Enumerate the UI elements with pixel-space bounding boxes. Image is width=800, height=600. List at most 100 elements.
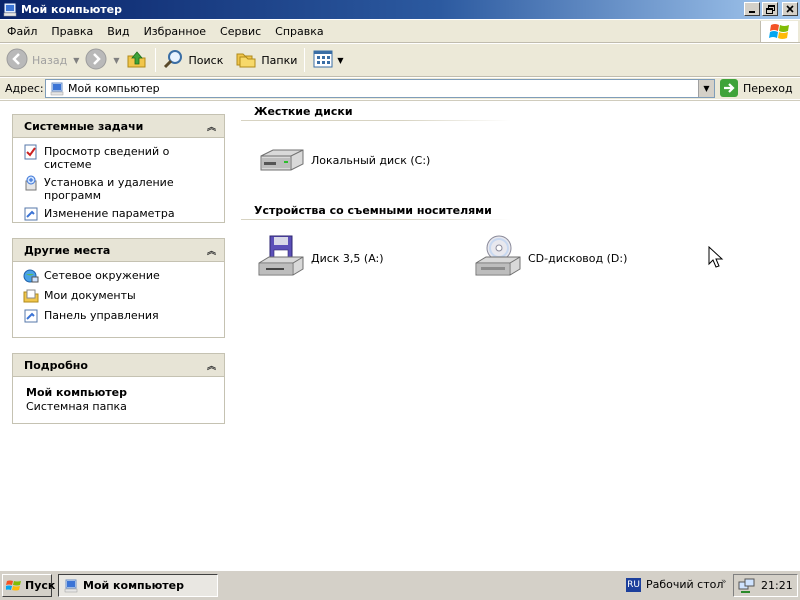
taskbar: Пуск Мой компьютер RU Рабочий стол » 21:…	[0, 570, 800, 600]
network-tray-icon[interactable]	[738, 578, 756, 597]
system-tray: 21:21	[733, 574, 798, 597]
task-change-setting[interactable]: Изменение параметра	[23, 206, 216, 222]
task-view-system-info[interactable]: Просмотр сведений о системе	[23, 144, 216, 171]
menu-bar: Файл Правка Вид Избранное Сервис Справка	[0, 20, 800, 43]
go-label: Переход	[743, 81, 793, 95]
address-field[interactable]: Мой компьютер ▼	[45, 79, 715, 98]
other-places-panel: Другие места ︽ Сетевое окружение Мои док…	[12, 238, 225, 338]
place-label: Панель управления	[44, 309, 159, 322]
task-pane: Системные задачи ︽ Просмотр сведений о с…	[0, 101, 238, 570]
menu-favorites[interactable]: Избранное	[137, 20, 213, 42]
window-title: Мой компьютер	[21, 3, 123, 16]
go-button[interactable]: Переход	[720, 78, 793, 98]
views-button[interactable]: ▼	[309, 46, 349, 74]
address-dropdown-button[interactable]: ▼	[698, 80, 714, 97]
group-divider	[241, 120, 511, 121]
back-dropdown-icon[interactable]: ▼	[73, 56, 79, 65]
group-header-hard-disks: Жесткие диски	[254, 105, 353, 118]
toolbar-separator	[304, 48, 306, 72]
address-value: Мой компьютер	[68, 82, 160, 95]
system-tasks-panel: Системные задачи ︽ Просмотр сведений о с…	[12, 114, 225, 223]
group-header-removable: Устройства со съемными носителями	[254, 204, 492, 217]
detail-type: Системная папка	[26, 400, 127, 413]
toolbar: Назад ▼ ▼ Поиск Папки ▼	[0, 44, 800, 77]
drive-label: Локальный диск (C:)	[311, 153, 431, 167]
folders-button[interactable]: Папки	[232, 46, 300, 74]
back-arrow-icon	[6, 48, 28, 73]
expand-chevron-icon[interactable]: »	[721, 577, 727, 587]
menu-file[interactable]: Файл	[0, 20, 44, 42]
group-divider	[241, 219, 511, 220]
menu-view[interactable]: Вид	[100, 20, 136, 42]
folders-label: Папки	[261, 53, 298, 67]
place-network[interactable]: Сетевое окружение	[23, 268, 216, 284]
network-places-icon	[23, 268, 39, 284]
place-label: Мои документы	[44, 289, 136, 302]
back-button[interactable]: Назад	[3, 46, 70, 74]
hard-disk-icon	[257, 144, 305, 176]
forward-arrow-icon	[85, 48, 107, 73]
cd-drive-icon	[474, 235, 522, 281]
other-places-header[interactable]: Другие места ︽	[13, 239, 224, 262]
maximize-button[interactable]	[762, 2, 778, 16]
place-my-documents[interactable]: Мои документы	[23, 288, 216, 304]
forward-dropdown-icon[interactable]: ▼	[113, 56, 119, 65]
forward-button[interactable]	[82, 46, 110, 74]
title-bar[interactable]: Мой компьютер	[0, 0, 800, 19]
language-indicator[interactable]: RU	[626, 578, 641, 592]
taskbar-window-button[interactable]: Мой компьютер	[58, 574, 218, 597]
control-panel-icon	[23, 308, 39, 324]
details-panel: Подробно ︽ Мой компьютер Системная папка	[12, 353, 225, 424]
address-bar: Адрес: Мой компьютер ▼ Переход	[0, 78, 800, 99]
task-label: Изменение параметра	[44, 207, 175, 220]
details-title: Подробно	[24, 358, 88, 372]
add-remove-programs-icon	[23, 175, 39, 191]
drive-local-c[interactable]: Локальный диск (C:)	[257, 144, 430, 176]
views-icon	[312, 48, 334, 73]
address-label: Адрес:	[5, 82, 44, 95]
control-panel-icon	[23, 206, 39, 222]
desktop-toolbar-label[interactable]: Рабочий стол	[646, 578, 723, 591]
menu-tools[interactable]: Сервис	[213, 20, 268, 42]
up-button[interactable]	[123, 46, 151, 74]
toolbar-separator	[154, 48, 156, 72]
menu-edit[interactable]: Правка	[44, 20, 100, 42]
other-places-title: Другие места	[24, 243, 111, 257]
drive-floppy-a[interactable]: Диск 3,5 (A:)	[257, 235, 384, 281]
close-button[interactable]	[782, 2, 798, 16]
collapse-chevron-icon[interactable]: ︽	[207, 244, 216, 257]
task-label: Просмотр сведений о системе	[44, 145, 170, 171]
search-label: Поиск	[188, 53, 224, 67]
collapse-chevron-icon[interactable]: ︽	[207, 120, 216, 133]
menu-help[interactable]: Справка	[268, 20, 330, 42]
my-computer-icon	[3, 3, 17, 17]
views-dropdown-icon[interactable]: ▼	[337, 56, 343, 65]
drive-cd-d[interactable]: CD-дисковод (D:)	[474, 235, 627, 281]
taskbar-window-label: Мой компьютер	[83, 579, 185, 592]
floppy-drive-icon	[257, 235, 305, 281]
drive-label: CD-дисковод (D:)	[528, 251, 628, 265]
minimize-button[interactable]	[744, 2, 760, 16]
search-button[interactable]: Поиск	[160, 46, 227, 74]
folders-icon	[235, 48, 257, 73]
drive-label: Диск 3,5 (A:)	[311, 251, 384, 265]
system-tasks-header[interactable]: Системные задачи ︽	[13, 115, 224, 138]
windows-logo-icon	[6, 579, 22, 593]
back-label: Назад	[32, 53, 68, 67]
system-tasks-title: Системные задачи	[24, 119, 144, 133]
system-info-icon	[23, 144, 39, 160]
place-control-panel[interactable]: Панель управления	[23, 308, 216, 324]
task-add-remove-programs[interactable]: Установка и удаление программ	[23, 175, 216, 202]
details-header[interactable]: Подробно ︽	[13, 354, 224, 377]
my-computer-icon	[50, 82, 64, 96]
detail-name: Мой компьютер	[26, 386, 128, 399]
my-computer-icon	[64, 579, 78, 593]
collapse-chevron-icon[interactable]: ︽	[207, 359, 216, 372]
up-folder-icon	[126, 48, 148, 73]
magnifier-icon	[163, 48, 185, 73]
go-arrow-icon	[720, 79, 738, 97]
clock[interactable]: 21:21	[761, 579, 793, 592]
mouse-cursor-icon	[708, 245, 724, 273]
start-button[interactable]: Пуск	[2, 574, 55, 597]
place-label: Сетевое окружение	[44, 269, 160, 282]
